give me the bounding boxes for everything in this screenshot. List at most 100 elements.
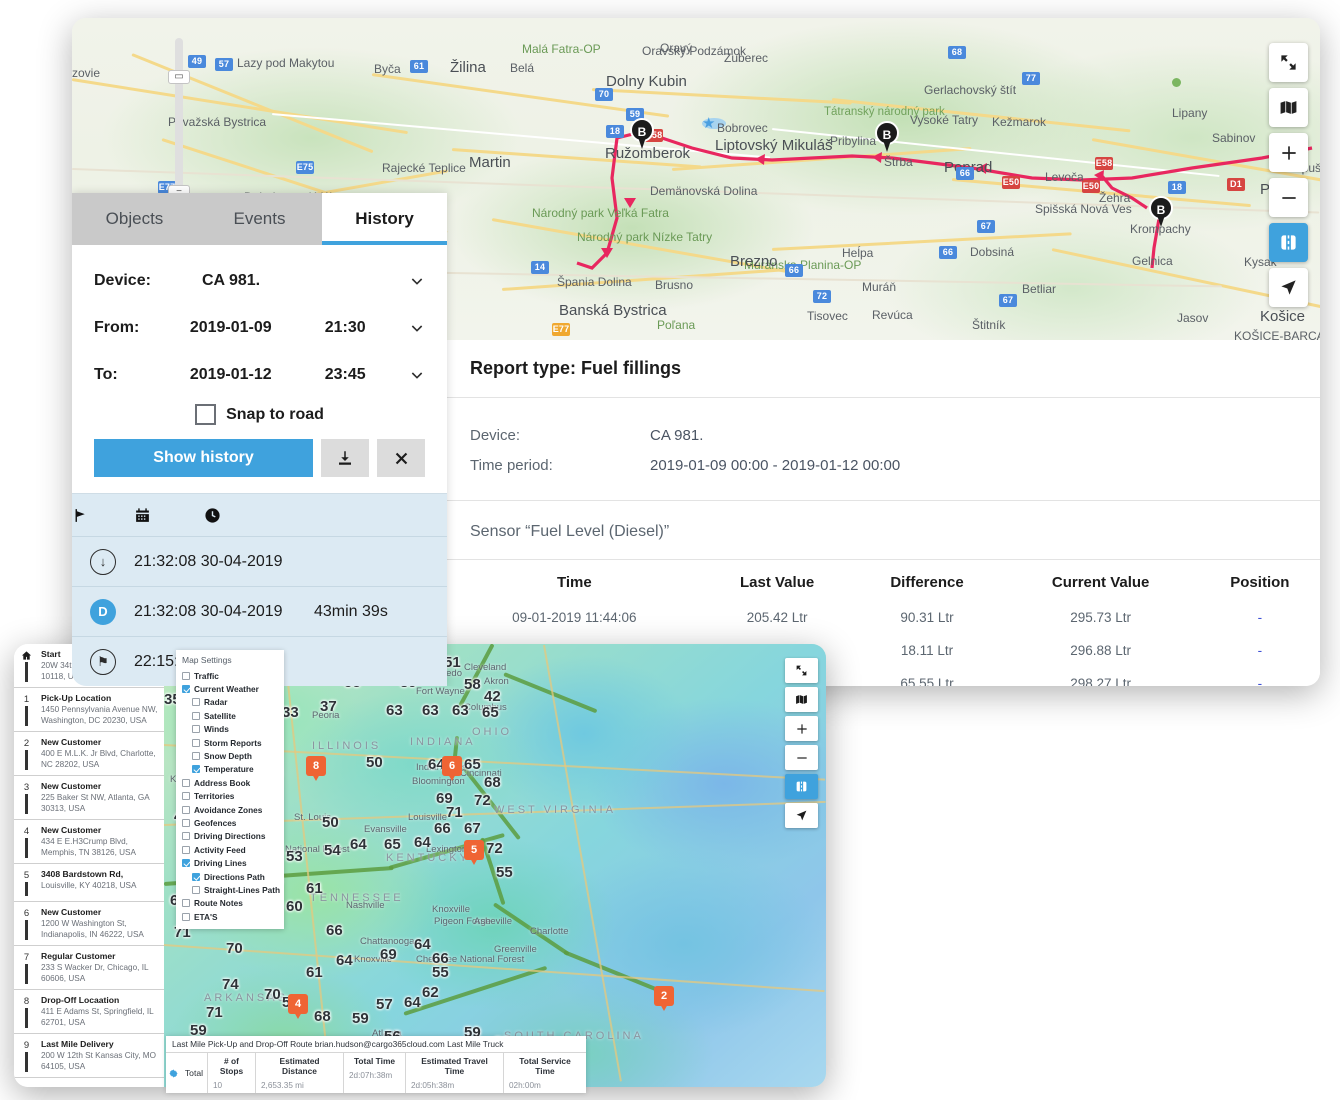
route-stop-item[interactable]: 2New Customer400 E M.L.K. Jr Blvd, Charl… (14, 732, 164, 776)
tab-events[interactable]: Events (197, 193, 322, 245)
checkbox[interactable] (182, 913, 190, 921)
map-setting-route-notes[interactable]: Route Notes (182, 897, 278, 910)
to-date-value[interactable]: 2019-01-12 (190, 366, 325, 384)
route-stop-list[interactable]: Start20W 34th St, New York, Ny 10118, US… (14, 644, 164, 1087)
checkbox[interactable] (192, 873, 200, 881)
close-icon[interactable] (377, 439, 425, 477)
history-row[interactable]: ↓21:32:08 30-04-2019 (72, 536, 447, 586)
to-time-value[interactable]: 23:45 (325, 366, 409, 384)
fuel-cell-position[interactable]: - (1200, 601, 1320, 634)
route-stop-marker[interactable]: 8 (306, 756, 326, 776)
summary-column-value: 10 (208, 1079, 255, 1093)
device-row[interactable]: Device: CA 981. (94, 257, 425, 304)
map-toolbar[interactable] (1269, 43, 1308, 307)
checkbox[interactable] (192, 698, 200, 706)
checkbox[interactable] (192, 752, 200, 760)
checkbox[interactable] (192, 765, 200, 773)
route-stop-item[interactable]: 3New Customer225 Baker St NW, Atlanta, G… (14, 776, 164, 820)
route-stop-marker[interactable]: 2 (654, 986, 674, 1006)
map-marker-pin[interactable]: B (1149, 196, 1173, 228)
map-setting-address-book[interactable]: Address Book (182, 776, 278, 789)
map-settings-panel[interactable]: Map Settings TrafficCurrent WeatherRadar… (176, 650, 284, 929)
locate-icon[interactable] (1269, 268, 1308, 307)
locate-icon[interactable] (785, 803, 818, 828)
to-row[interactable]: To: 2019-01-12 23:45 (94, 351, 425, 398)
map-setting-radar[interactable]: Radar (182, 696, 278, 709)
route-stop-item[interactable]: 7Regular Customer233 S Wacker Dr, Chicag… (14, 946, 164, 990)
tab-history[interactable]: History (322, 193, 447, 245)
map-setting-winds[interactable]: Winds (182, 723, 278, 736)
road-icon[interactable] (1269, 223, 1308, 262)
checkbox[interactable] (182, 806, 190, 814)
from-date-value[interactable]: 2019-01-09 (190, 319, 325, 337)
checkbox[interactable] (192, 739, 200, 747)
layers-icon[interactable] (785, 687, 818, 712)
gear-icon[interactable] (166, 1053, 181, 1093)
snap-to-road-checkbox[interactable] (195, 404, 216, 425)
map-zoom-slider[interactable]: ▭ − (175, 38, 183, 208)
history-row[interactable]: D21:32:08 30-04-201943min 39s (72, 586, 447, 636)
snap-to-road-row[interactable]: Snap to road (94, 404, 425, 425)
route-stop-marker[interactable]: 5 (464, 840, 484, 860)
fullscreen-icon[interactable] (1269, 43, 1308, 82)
map-setting-territories[interactable]: Territories (182, 790, 278, 803)
map-setting-current-weather[interactable]: Current Weather (182, 682, 278, 695)
route-stop-item[interactable]: 6New Customer1200 W Washington St, India… (14, 902, 164, 946)
checkbox[interactable] (182, 846, 190, 854)
download-icon[interactable] (321, 439, 369, 477)
map-setting-snow-depth[interactable]: Snow Depth (182, 749, 278, 762)
map-setting-eta-s[interactable]: ETA'S (182, 910, 278, 923)
route-stop-item[interactable]: 4New Customer434 E E.H3Crump Blvd, Memph… (14, 820, 164, 864)
map-setting-satellite[interactable]: Satellite (182, 709, 278, 722)
layers-icon[interactable] (1269, 88, 1308, 127)
checkbox[interactable] (182, 819, 190, 827)
zoom-out-icon[interactable] (1269, 178, 1308, 217)
tab-objects[interactable]: Objects (72, 193, 197, 245)
from-row[interactable]: From: 2019-01-09 21:30 (94, 304, 425, 351)
route-stop-marker[interactable]: 4 (288, 994, 308, 1014)
zoom-slider-knob[interactable]: ▭ (168, 70, 190, 84)
route-stop-marker[interactable]: 6 (442, 756, 462, 776)
checkbox[interactable] (192, 725, 200, 733)
map-setting-temperature[interactable]: Temperature (182, 763, 278, 776)
route-stop-item[interactable]: 9Last Mile Delivery200 W 12th St Kansas … (14, 1034, 164, 1078)
checkbox[interactable] (182, 792, 190, 800)
fuel-cell-position[interactable]: - (1200, 634, 1320, 667)
route-stop-item[interactable]: 53408 Bardstown Rd,Louisville, KY 40218,… (14, 864, 164, 902)
route-stop-item[interactable]: 8Drop-Off Locaation411 E Adams St, Sprin… (14, 990, 164, 1034)
map-marker-pin[interactable]: B (875, 121, 899, 153)
map-setting-driving-lines[interactable]: Driving Lines (182, 856, 278, 869)
map-marker-pin[interactable]: B (630, 118, 654, 150)
chevron-down-icon[interactable] (409, 320, 425, 336)
map-setting-geofences[interactable]: Geofences (182, 816, 278, 829)
checkbox[interactable] (182, 672, 190, 680)
map-setting-activity-feed[interactable]: Activity Feed (182, 843, 278, 856)
checkbox[interactable] (182, 832, 190, 840)
map-setting-directions-path[interactable]: Directions Path (182, 870, 278, 883)
zoom-in-icon[interactable] (785, 716, 818, 741)
checkbox[interactable] (192, 712, 200, 720)
map-setting-storm-reports[interactable]: Storm Reports (182, 736, 278, 749)
checkbox[interactable] (182, 859, 190, 867)
chevron-down-icon[interactable] (409, 367, 425, 383)
show-history-button[interactable]: Show history (94, 439, 313, 477)
map-setting-straight-lines-path[interactable]: Straight-Lines Path (182, 883, 278, 896)
route-map-toolbar[interactable] (785, 658, 818, 828)
chevron-down-icon[interactable] (409, 273, 425, 289)
fuel-cell-position[interactable]: - (1200, 667, 1320, 686)
road-icon[interactable] (785, 774, 818, 799)
checkbox[interactable] (182, 685, 190, 693)
checkbox[interactable] (182, 899, 190, 907)
map-setting-traffic[interactable]: Traffic (182, 669, 278, 682)
zoom-out-icon[interactable] (785, 745, 818, 770)
checkbox[interactable] (182, 779, 190, 787)
checkbox[interactable] (192, 886, 200, 894)
from-time-value[interactable]: 21:30 (325, 319, 409, 337)
map-setting-driving-directions[interactable]: Driving Directions (182, 830, 278, 843)
weather-map-city-label: Cleveland (464, 662, 506, 673)
route-stop-item[interactable]: 1Pick-Up Location1450 Pennsylvania Avenu… (14, 688, 164, 732)
fullscreen-icon[interactable] (785, 658, 818, 683)
map-setting-avoidance-zones[interactable]: Avoidance Zones (182, 803, 278, 816)
panel-tabs[interactable]: ObjectsEventsHistory (72, 193, 447, 245)
zoom-in-icon[interactable] (1269, 133, 1308, 172)
